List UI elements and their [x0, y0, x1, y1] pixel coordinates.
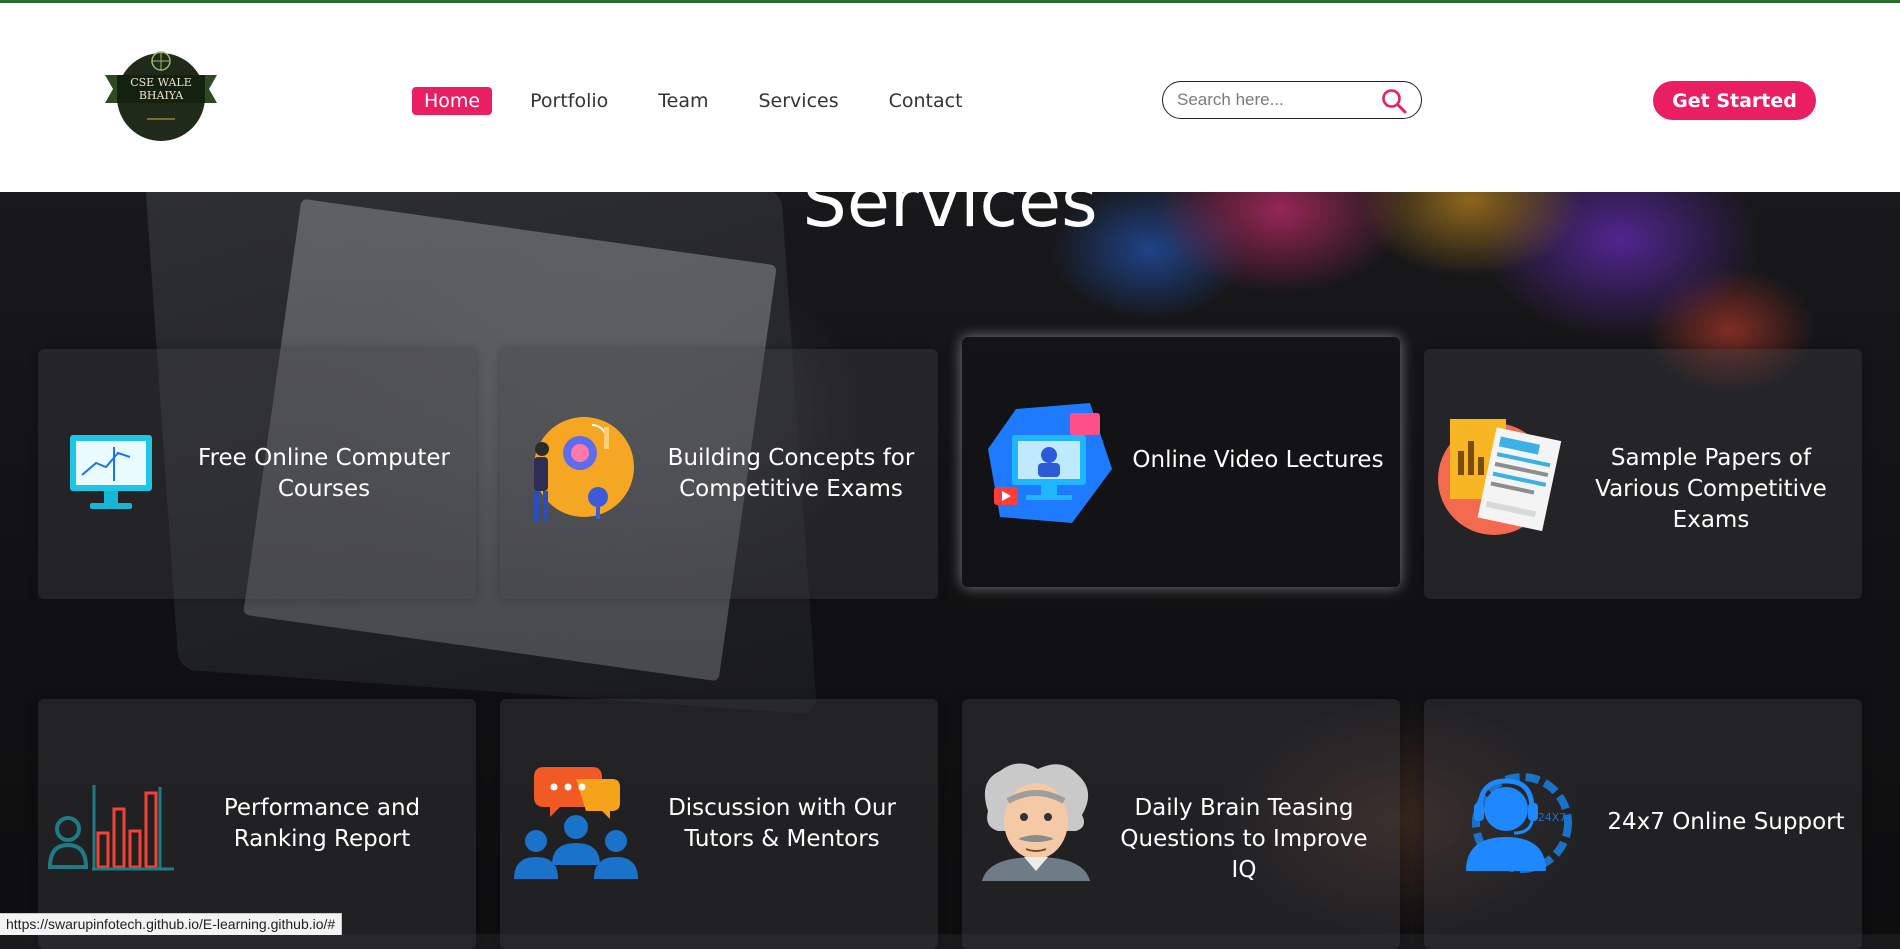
status-bar-url: https://swarupinfotech.github.io/E-learn… — [0, 913, 343, 935]
site-logo[interactable]: CSE WALE BHAIYA — [103, 45, 219, 143]
site-header: CSE WALE BHAIYA Home Portfolio Team Serv… — [0, 3, 1900, 192]
section-title: Services — [802, 165, 1098, 235]
support-agent-icon: 24X7 — [1466, 773, 1572, 873]
support-badge-text: 24X7 — [1538, 811, 1567, 824]
logo-line1: CSE WALE — [130, 76, 192, 89]
discussion-group-icon — [514, 767, 638, 879]
main-nav: Home Portfolio Team Services Contact — [412, 87, 1001, 115]
nav-portfolio[interactable]: Portfolio — [518, 87, 620, 115]
service-card-video-lectures[interactable]: Online Video Lectures — [962, 337, 1400, 587]
service-title: 24x7 Online Support — [1607, 809, 1845, 835]
papers-chart-icon — [1438, 419, 1562, 535]
service-title: Sample Papers of Various Competitive Exa… — [1595, 445, 1827, 533]
video-lecture-icon — [988, 403, 1112, 523]
einstein-icon — [982, 763, 1090, 881]
service-card-tutor-discussion[interactable]: Discussion with Our Tutors & Mentors — [500, 699, 938, 949]
search-icon[interactable] — [1381, 88, 1407, 114]
brain-idea-icon — [534, 417, 634, 521]
nav-contact[interactable]: Contact — [877, 87, 975, 115]
service-card-sample-papers[interactable]: Sample Papers of Various Competitive Exa… — [1424, 349, 1862, 599]
nav-team[interactable]: Team — [646, 87, 720, 115]
service-title: Performance and Ranking Report — [223, 795, 421, 852]
service-title: Online Video Lectures — [1132, 447, 1384, 473]
service-title: Building Concepts for Competitive Exams — [667, 445, 915, 502]
service-card-online-support[interactable]: 24X7 24x7 Online Support — [1424, 699, 1862, 949]
logo-line2: BHAIYA — [139, 89, 184, 102]
monitor-chart-icon — [70, 435, 152, 509]
search-input[interactable] — [1175, 89, 1379, 111]
get-started-button[interactable]: Get Started — [1653, 81, 1816, 120]
service-card-computer-courses[interactable]: Free Online Computer Courses — [38, 349, 476, 599]
service-title: Free Online Computer Courses — [198, 445, 450, 502]
nav-home[interactable]: Home — [412, 87, 493, 115]
service-card-competitive-concepts[interactable]: Building Concepts for Competitive Exams — [500, 349, 938, 599]
service-title: Discussion with Our Tutors & Mentors — [668, 795, 896, 852]
service-title: Daily Brain Teasing Questions to Improve… — [1120, 795, 1368, 883]
search-box — [1162, 81, 1422, 119]
service-card-brain-teasers[interactable]: Daily Brain Teasing Questions to Improve… — [962, 699, 1400, 949]
nav-services[interactable]: Services — [747, 87, 851, 115]
service-card-performance-report[interactable]: Performance and Ranking Report — [38, 699, 476, 949]
ranking-bars-icon — [48, 785, 174, 871]
